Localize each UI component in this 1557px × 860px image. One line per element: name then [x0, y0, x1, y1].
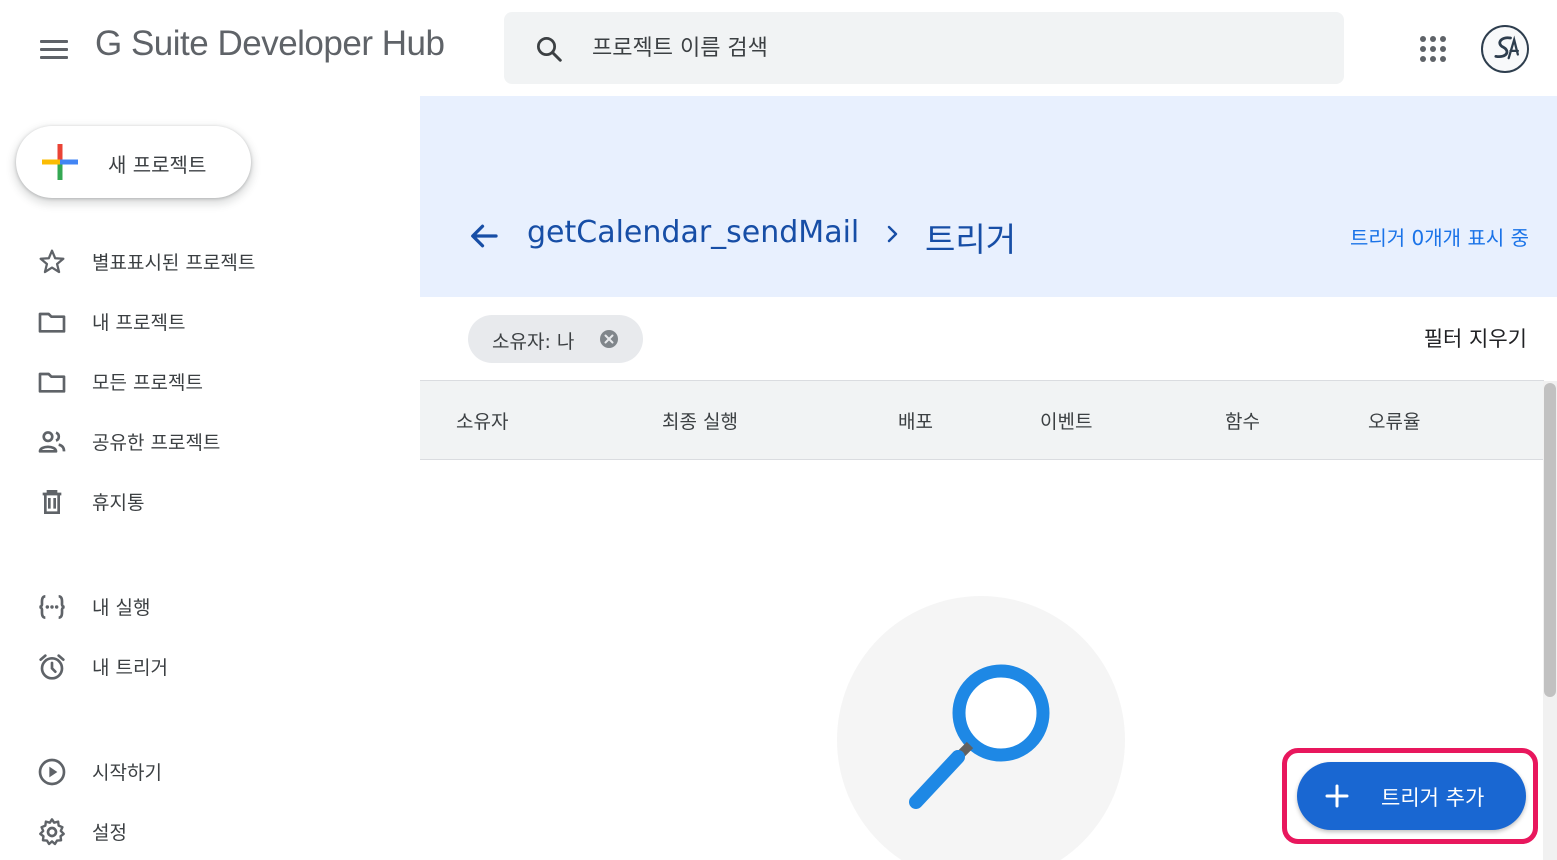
- sidebar-item-my-executions[interactable]: 내 실행: [0, 582, 400, 630]
- sidebar-item-label: 모든 프로젝트: [92, 372, 203, 394]
- column-header-owner[interactable]: 소유자: [456, 407, 508, 434]
- sidebar-item-all-projects[interactable]: 모든 프로젝트: [0, 357, 400, 405]
- sidebar-item-label: 공유한 프로젝트: [92, 432, 221, 454]
- new-project-button[interactable]: 새 프로젝트: [16, 126, 251, 198]
- apps-grid-icon[interactable]: [1418, 34, 1448, 64]
- sidebar-item-label: 내 프로젝트: [92, 312, 186, 334]
- plus-icon: [1325, 784, 1349, 808]
- sidebar-item-shared-projects[interactable]: 공유한 프로젝트: [0, 417, 400, 465]
- sidebar-item-trash[interactable]: 휴지통: [0, 477, 400, 525]
- plus-icon: [42, 144, 78, 180]
- scrollbar-thumb[interactable]: [1544, 383, 1556, 697]
- sidebar-item-getting-started[interactable]: 시작하기: [0, 747, 400, 795]
- hamburger-menu-icon[interactable]: [36, 36, 72, 64]
- magnifier-icon: [909, 664, 1050, 809]
- app-title[interactable]: G Suite Developer Hub: [95, 24, 445, 64]
- table-header: 소유자 최종 실행 배포 이벤트 함수 오류율: [420, 380, 1544, 460]
- sidebar-item-label: 별표표시된 프로젝트: [92, 252, 256, 274]
- sidebar-item-label: 내 실행: [92, 597, 151, 619]
- trigger-count-text: 트리거 0개개 표시 중: [1350, 226, 1529, 250]
- sidebar-item-label: 휴지통: [92, 492, 145, 514]
- people-icon: [38, 431, 66, 453]
- scrollbar[interactable]: [1543, 381, 1557, 860]
- gear-icon: [39, 818, 65, 846]
- top-app-bar: G Suite Developer Hub: [0, 0, 1557, 96]
- column-header-error-rate[interactable]: 오류율: [1368, 407, 1420, 434]
- clear-filters-button[interactable]: 필터 지우기: [1424, 323, 1527, 353]
- sidebar-item-label: 설정: [92, 822, 127, 844]
- executions-icon: [39, 595, 65, 619]
- back-arrow-icon[interactable]: [466, 218, 502, 254]
- add-trigger-label: 트리거 추가: [1381, 786, 1485, 810]
- sidebar-item-starred[interactable]: 별표표시된 프로젝트: [0, 237, 400, 285]
- alarm-icon: [39, 654, 65, 680]
- sidebar-item-settings[interactable]: 설정: [0, 807, 400, 855]
- sidebar-item-my-triggers[interactable]: 내 트리거: [0, 642, 400, 690]
- page-header-banner: [420, 96, 1557, 297]
- trash-icon: [42, 490, 62, 514]
- page-title: 트리거: [925, 220, 1017, 259]
- search-input[interactable]: [592, 28, 1292, 68]
- folder-icon: [38, 372, 66, 393]
- sidebar-item-my-projects[interactable]: 내 프로젝트: [0, 297, 400, 345]
- chevron-right-icon: [887, 225, 898, 243]
- column-header-last-run[interactable]: 최종 실행: [662, 407, 738, 434]
- column-header-event[interactable]: 이벤트: [1040, 407, 1092, 434]
- close-icon[interactable]: [599, 329, 619, 349]
- column-header-deployment[interactable]: 배포: [898, 407, 933, 434]
- breadcrumb-project-link[interactable]: getCalendar_sendMail: [527, 215, 859, 250]
- column-header-function[interactable]: 함수: [1225, 407, 1260, 434]
- add-trigger-button[interactable]: 트리거 추가: [1297, 762, 1526, 830]
- search-bar[interactable]: [504, 12, 1344, 84]
- filter-chip-owner[interactable]: 소유자: 나: [468, 315, 643, 363]
- star-icon: [39, 249, 65, 274]
- folder-icon: [38, 312, 66, 333]
- play-circle-icon: [38, 758, 66, 786]
- filter-chip-label: 소유자: 나: [492, 331, 575, 353]
- new-project-label: 새 프로젝트: [108, 153, 207, 177]
- sidebar-item-label: 내 트리거: [92, 657, 168, 679]
- sidebar-item-label: 시작하기: [92, 762, 162, 784]
- avatar[interactable]: [1481, 25, 1529, 73]
- search-icon[interactable]: [534, 34, 564, 64]
